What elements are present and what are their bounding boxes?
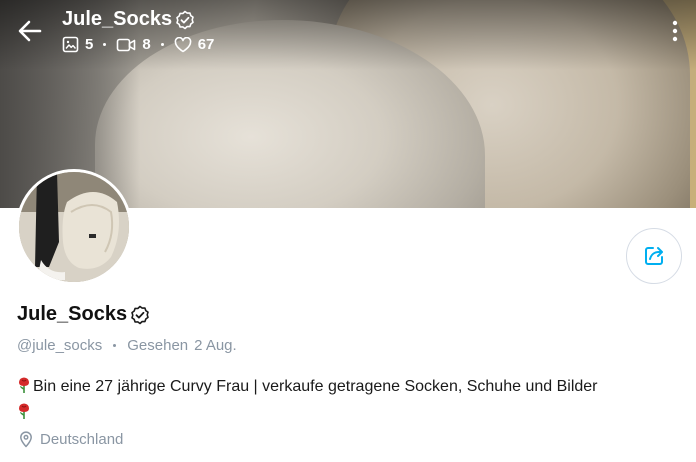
- profile-handle: @jule_socks: [17, 337, 103, 354]
- photos-count: 5: [85, 36, 94, 53]
- header-stats: 5 8 67: [62, 36, 214, 53]
- more-vertical-icon[interactable]: [666, 18, 684, 44]
- separator-dot: [160, 43, 164, 46]
- top-bar: Jule_Socks 5 8 67: [0, 0, 696, 62]
- verified-check-icon: [131, 305, 149, 324]
- stat-photos[interactable]: 5: [62, 36, 93, 53]
- share-icon: [645, 247, 663, 265]
- stat-videos[interactable]: 8: [116, 36, 151, 53]
- video-camera-icon: [117, 38, 136, 51]
- bio-text: Bin eine 27 jährige Curvy Frau | verkauf…: [33, 378, 598, 395]
- rose-emoji: [19, 377, 29, 393]
- stat-likes: 67: [174, 36, 215, 53]
- header-name: Jule_Socks: [62, 8, 173, 30]
- profile-bio: Bin eine 27 jährige Curvy Frau | verkauf…: [17, 374, 687, 426]
- profile-location: Deutschland: [19, 431, 123, 448]
- last-seen-label: Gesehen: [127, 337, 189, 354]
- separator-dot: [103, 43, 107, 46]
- likes-count: 67: [197, 36, 215, 53]
- profile-name: Jule_Socks: [17, 303, 150, 326]
- rose-emoji: [19, 403, 29, 419]
- image-icon: [62, 36, 79, 53]
- header-title: Jule_Socks: [62, 8, 195, 31]
- videos-count: 8: [142, 36, 151, 53]
- avatar[interactable]: [16, 169, 132, 285]
- handle-row: @jule_socks Gesehen 2 Aug.: [17, 337, 237, 354]
- last-seen-date: 2 Aug.: [194, 337, 237, 354]
- location-text: Deutschland: [40, 431, 124, 448]
- verified-check-icon: [176, 10, 194, 29]
- arrow-left-icon[interactable]: [16, 17, 44, 45]
- share-button[interactable]: [626, 228, 682, 284]
- last-seen: Gesehen 2 Aug.: [127, 337, 236, 354]
- separator-dot: [113, 344, 117, 347]
- location-pin-icon: [20, 431, 32, 448]
- heart-icon: [174, 36, 192, 52]
- avatar-image: [19, 172, 129, 282]
- profile-name-text: Jule_Socks: [17, 303, 128, 325]
